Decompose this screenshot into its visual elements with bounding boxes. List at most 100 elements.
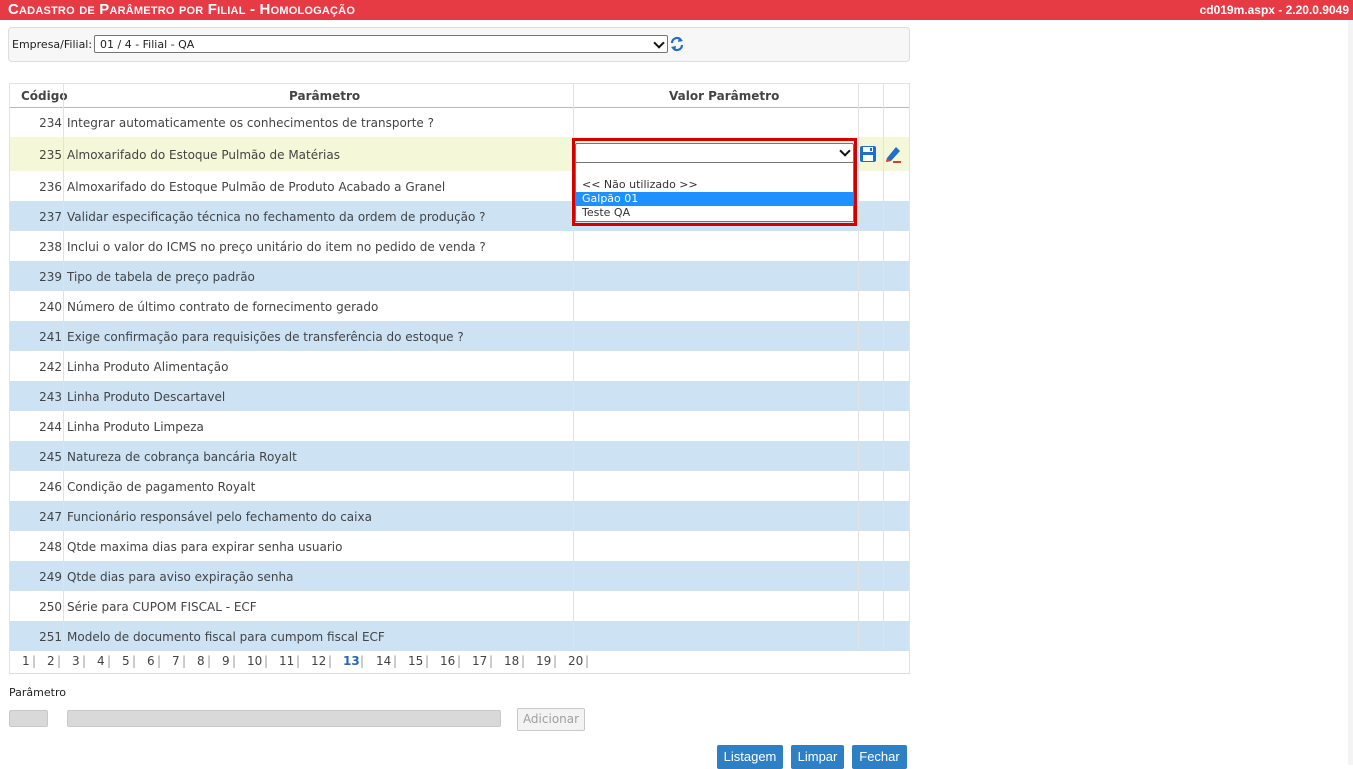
column-code[interactable]: Código (21, 89, 68, 103)
row-parameter: Linha Produto Alimentação (67, 360, 229, 374)
page-link[interactable]: 18 (504, 654, 519, 668)
save-icon[interactable] (859, 145, 877, 163)
page-link[interactable]: 17 (472, 654, 487, 668)
page-scrollbar[interactable] (1348, 20, 1353, 765)
grid-header: Código Parâmetro Valor Parâmetro (10, 84, 909, 108)
row-code: 245 (39, 450, 62, 464)
row-parameter: Qtde dias para aviso expiração senha (67, 570, 294, 584)
row-code: 247 (39, 510, 62, 524)
row-parameter: Linha Produto Descartavel (67, 390, 226, 404)
table-row[interactable]: 246 Condição de pagamento Royalt (10, 471, 909, 501)
table-row[interactable]: 241 Exige confirmação para requisições de… (10, 321, 909, 351)
page-separator: | (521, 654, 526, 668)
dropdown-option[interactable]: Teste QA (576, 206, 853, 220)
table-row[interactable]: 244 Linha Produto Limpeza (10, 411, 909, 441)
page-separator: | (132, 654, 137, 668)
filter-panel: Empresa/Filial: 01 / 4 - Filial - QA (8, 27, 910, 62)
column-divider (63, 84, 64, 650)
page-separator: | (107, 654, 112, 668)
page-link[interactable]: 16 (440, 654, 455, 668)
parameter-value-options: << Não utilizado >> Galpão 01 Teste QA (575, 162, 854, 222)
page-separator: | (393, 654, 398, 668)
row-parameter: Almoxarifado do Estoque Pulmão de Matéri… (67, 148, 340, 162)
page-link[interactable]: 4 (97, 654, 105, 668)
row-code: 241 (39, 330, 62, 344)
table-row[interactable]: 249 Qtde dias para aviso expiração senha (10, 561, 909, 591)
clear-button[interactable]: Limpar (791, 745, 844, 769)
page-link[interactable]: 7 (172, 654, 180, 668)
page-separator: | (457, 654, 462, 668)
page-separator: | (296, 654, 301, 668)
table-row[interactable]: 239 Tipo de tabela de preço padrão (10, 261, 909, 291)
dropdown-option-label: << Não utilizado >> (582, 178, 698, 191)
page-link[interactable]: 9 (222, 654, 230, 668)
dropdown-option[interactable]: Galpão 01 (576, 192, 853, 206)
row-code: 242 (39, 360, 62, 374)
column-divider (858, 84, 859, 650)
page-separator: | (207, 654, 212, 668)
table-row[interactable]: 250 Série para CUPOM FISCAL - ECF (10, 591, 909, 621)
table-row[interactable]: 248 Qtde maxima dias para expirar senha u… (10, 531, 909, 561)
table-row[interactable]: 240 Número de último contrato de fornecim… (10, 291, 909, 321)
parameter-description-input[interactable] (67, 710, 501, 727)
parameter-value-select[interactable] (575, 143, 854, 163)
row-code: 238 (39, 240, 62, 254)
list-button[interactable]: Listagem (717, 745, 783, 769)
column-value[interactable]: Valor Parâmetro (669, 89, 779, 103)
page-separator: | (182, 654, 187, 668)
page-link[interactable]: 3 (72, 654, 80, 668)
row-code: 243 (39, 390, 62, 404)
add-button[interactable]: Adicionar (517, 708, 585, 731)
page-link[interactable]: 5 (122, 654, 130, 668)
row-code: 237 (39, 210, 62, 224)
dropdown-option[interactable] (576, 164, 853, 178)
chevron-down-icon (653, 37, 665, 49)
table-row[interactable]: 243 Linha Produto Descartavel (10, 381, 909, 411)
row-parameter: Qtde maxima dias para expirar senha usua… (67, 540, 343, 554)
table-row[interactable]: 242 Linha Produto Alimentação (10, 351, 909, 381)
table-row[interactable]: 251 Modelo de documento fiscal para cumpo… (10, 621, 909, 651)
table-row[interactable]: 238 Inclui o valor do ICMS no preço unitá… (10, 231, 909, 261)
row-parameter: Funcionário responsável pelo fechamento … (67, 510, 372, 524)
table-row[interactable]: 245 Natureza de cobrança bancária Royalt (10, 441, 909, 471)
refresh-icon[interactable] (669, 36, 685, 52)
title-bar: Cadastro de Parâmetro por Filial - Homol… (0, 0, 1353, 20)
row-parameter: Tipo de tabela de preço padrão (67, 270, 255, 284)
page-link[interactable]: 10 (247, 654, 262, 668)
close-button[interactable]: Fechar (852, 745, 907, 769)
page-separator: | (264, 654, 269, 668)
row-code: 246 (39, 480, 62, 494)
page-link[interactable]: 6 (147, 654, 155, 668)
page-separator: | (489, 654, 494, 668)
row-code: 251 (39, 630, 62, 644)
parameter-code-input[interactable] (9, 710, 48, 727)
page-link[interactable]: 11 (279, 654, 294, 668)
table-row[interactable]: 234 Integrar automaticamente os conhecime… (10, 107, 909, 137)
page-link[interactable]: 15 (408, 654, 423, 668)
page-link[interactable]: 19 (536, 654, 551, 668)
page-link[interactable]: 13 (343, 654, 360, 668)
row-parameter: Condição de pagamento Royalt (67, 480, 256, 494)
chevron-down-icon (839, 145, 851, 157)
page-separator: | (82, 654, 87, 668)
row-code: 239 (39, 270, 62, 284)
dropdown-option[interactable]: << Não utilizado >> (576, 178, 853, 192)
table-row[interactable]: 247 Funcionário responsável pelo fechamen… (10, 501, 909, 531)
page-separator: | (57, 654, 62, 668)
row-parameter: Série para CUPOM FISCAL - ECF (67, 600, 257, 614)
page-link[interactable]: 1 (22, 654, 30, 668)
row-code: 249 (39, 570, 62, 584)
edit-icon[interactable] (884, 145, 902, 163)
page-link[interactable]: 2 (47, 654, 55, 668)
column-parameter[interactable]: Parâmetro (289, 89, 360, 103)
page-link[interactable]: 20 (568, 654, 583, 668)
column-divider (883, 84, 884, 650)
dropdown-option-label: Teste QA (582, 206, 631, 219)
page-link[interactable]: 12 (311, 654, 326, 668)
company-branch-select[interactable]: 01 / 4 - Filial - QA (94, 35, 668, 53)
page-separator: | (553, 654, 558, 668)
column-divider (573, 84, 574, 650)
company-branch-label: Empresa/Filial: (12, 38, 93, 51)
page-link[interactable]: 14 (376, 654, 391, 668)
page-link[interactable]: 8 (197, 654, 205, 668)
